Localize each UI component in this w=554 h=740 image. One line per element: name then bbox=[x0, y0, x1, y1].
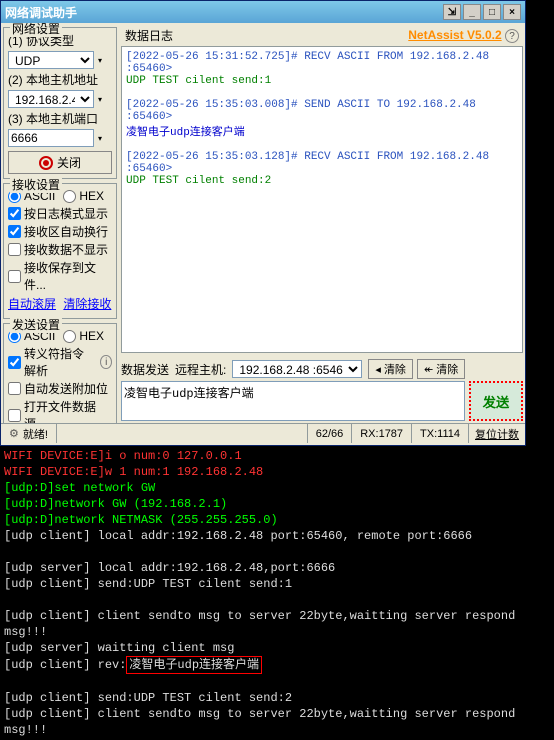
terminal-output: WIFI DEVICE:E]i o num:0 127.0.0.1WIFI DE… bbox=[0, 446, 554, 740]
clear-send-button[interactable]: ◂ 清除 bbox=[368, 359, 413, 379]
left-sidebar: 网络设置 (1) 协议类型 UDP ▾ (2) 本地主机地址 192.168.2… bbox=[1, 23, 119, 423]
terminal-line: [udp client] client sendto msg to server… bbox=[4, 706, 550, 738]
terminal-line: [udp client] rev:凌智电子udp连接客户端 bbox=[4, 656, 550, 674]
clear-recv-link[interactable]: 清除接收 bbox=[63, 295, 111, 312]
recv-settings-legend: 接收设置 bbox=[10, 176, 62, 193]
brand-link[interactable]: NetAssist V5.0.2 bbox=[408, 28, 501, 42]
data-log-label: 数据日志 bbox=[125, 27, 173, 44]
log-line: UDP TEST cilent send:1 bbox=[126, 75, 518, 87]
log-line: [2022-05-26 15:35:03.008]# SEND ASCII TO… bbox=[126, 99, 518, 123]
gear-icon: ⚙ bbox=[9, 427, 19, 440]
log-line: [2022-05-26 15:31:52.725]# RECV ASCII FR… bbox=[126, 51, 518, 75]
statusbar: ⚙ 就绪! 62/66 RX:1787 TX:1114 复位计数 bbox=[1, 423, 525, 443]
app-window: 网络调试助手 ⇲ _ □ × 网络设置 (1) 协议类型 UDP ▾ (2) 本… bbox=[0, 0, 526, 446]
log-line bbox=[126, 87, 518, 99]
close-button[interactable]: × bbox=[503, 4, 521, 20]
send-textarea[interactable] bbox=[121, 381, 465, 421]
remote-host-label: 远程主机: bbox=[175, 361, 226, 378]
log-line: 凌智电子udp连接客户端 bbox=[126, 123, 518, 139]
recv-autowrap-check[interactable] bbox=[8, 225, 21, 238]
data-send-label: 数据发送 bbox=[121, 361, 169, 378]
network-settings-legend: 网络设置 bbox=[10, 23, 62, 37]
host-select[interactable]: 192.168.2.49 bbox=[8, 90, 94, 108]
log-line: UDP TEST cilent send:2 bbox=[126, 175, 518, 187]
remote-host-select[interactable]: 192.168.2.48 :65460 bbox=[232, 360, 362, 378]
terminal-line: [udp client] client sendto msg to server… bbox=[4, 608, 550, 640]
host-caret-icon[interactable]: ▾ bbox=[96, 95, 104, 104]
send-button[interactable]: 发送 bbox=[469, 381, 523, 421]
maximize-button[interactable]: □ bbox=[483, 4, 501, 20]
help-icon[interactable]: i bbox=[100, 355, 112, 369]
right-pane: 数据日志 NetAssist V5.0.2 ? [2022-05-26 15:3… bbox=[119, 23, 525, 423]
terminal-line: [udp client] send:UDP TEST cilent send:2 bbox=[4, 690, 550, 706]
terminal-line: [udp server] local addr:192.168.2.48,por… bbox=[4, 560, 550, 576]
minimize-button[interactable]: _ bbox=[463, 4, 481, 20]
terminal-line bbox=[4, 592, 550, 608]
app-title: 网络调试助手 bbox=[5, 4, 77, 21]
status-ready: 就绪! bbox=[23, 426, 48, 442]
send-hex-radio[interactable] bbox=[63, 330, 76, 343]
terminal-line: [udp client] local addr:192.168.2.48 por… bbox=[4, 528, 550, 544]
titlebar: 网络调试助手 ⇲ _ □ × bbox=[1, 1, 525, 23]
port-input[interactable] bbox=[8, 129, 94, 147]
clear-log-button[interactable]: ↞ 清除 bbox=[417, 359, 465, 379]
terminal-line: [udp:D]network NETMASK (255.255.255.0) bbox=[4, 512, 550, 528]
recv-log-mode-check[interactable] bbox=[8, 207, 21, 220]
record-icon bbox=[39, 156, 53, 170]
pin-button[interactable]: ⇲ bbox=[443, 4, 461, 20]
highlighted-recv-box: 凌智电子udp连接客户端 bbox=[126, 656, 262, 674]
terminal-line bbox=[4, 544, 550, 560]
send-settings-legend: 发送设置 bbox=[10, 316, 62, 333]
log-line bbox=[126, 139, 518, 151]
terminal-line: WIFI DEVICE:E]w 1 num:1 192.168.2.48 bbox=[4, 464, 550, 480]
port-caret-icon[interactable]: ▾ bbox=[96, 134, 104, 143]
terminal-line: [udp server] waitting client msg bbox=[4, 640, 550, 656]
terminal-line: [udp client] send:UDP TEST cilent send:1 bbox=[4, 576, 550, 592]
host-label: (2) 本地主机地址 bbox=[8, 71, 112, 88]
status-bytes: 62/66 bbox=[308, 424, 353, 443]
port-label: (3) 本地主机端口 bbox=[8, 110, 112, 127]
reset-counter-link[interactable]: 复位计数 bbox=[469, 426, 525, 442]
send-settings-group: 发送设置 ASCII HEX 转义符指令解析 i 自动发送附加位 打开文件数据源… bbox=[3, 323, 117, 423]
recv-save-file-check[interactable] bbox=[8, 270, 21, 283]
recv-hide-check[interactable] bbox=[8, 243, 21, 256]
recv-settings-group: 接收设置 ASCII HEX 按日志模式显示 接收区自动换行 接收数据不显示 接… bbox=[3, 183, 117, 319]
terminal-line: [udp:D]network GW (192.168.2.1) bbox=[4, 496, 550, 512]
close-connection-button[interactable]: 关闭 bbox=[8, 151, 112, 174]
auto-scroll-link[interactable]: 自动滚屏 bbox=[8, 295, 56, 312]
brand-help-icon[interactable]: ? bbox=[505, 29, 519, 43]
status-rx: RX:1787 bbox=[352, 424, 412, 443]
escape-parse-check[interactable] bbox=[8, 356, 21, 369]
auto-append-check[interactable] bbox=[8, 382, 21, 395]
terminal-line bbox=[4, 674, 550, 690]
status-tx: TX:1114 bbox=[412, 424, 469, 443]
terminal-line: [udp:D]set network GW bbox=[4, 480, 550, 496]
protocol-select[interactable]: UDP bbox=[8, 51, 94, 69]
open-file-source-check[interactable] bbox=[8, 409, 21, 422]
log-textarea[interactable]: [2022-05-26 15:31:52.725]# RECV ASCII FR… bbox=[121, 46, 523, 353]
network-settings-group: 网络设置 (1) 协议类型 UDP ▾ (2) 本地主机地址 192.168.2… bbox=[3, 27, 117, 179]
recv-hex-radio[interactable] bbox=[63, 190, 76, 203]
protocol-caret-icon[interactable]: ▾ bbox=[96, 56, 104, 65]
terminal-line: WIFI DEVICE:E]i o num:0 127.0.0.1 bbox=[4, 448, 550, 464]
log-line: [2022-05-26 15:35:03.128]# RECV ASCII FR… bbox=[126, 151, 518, 175]
